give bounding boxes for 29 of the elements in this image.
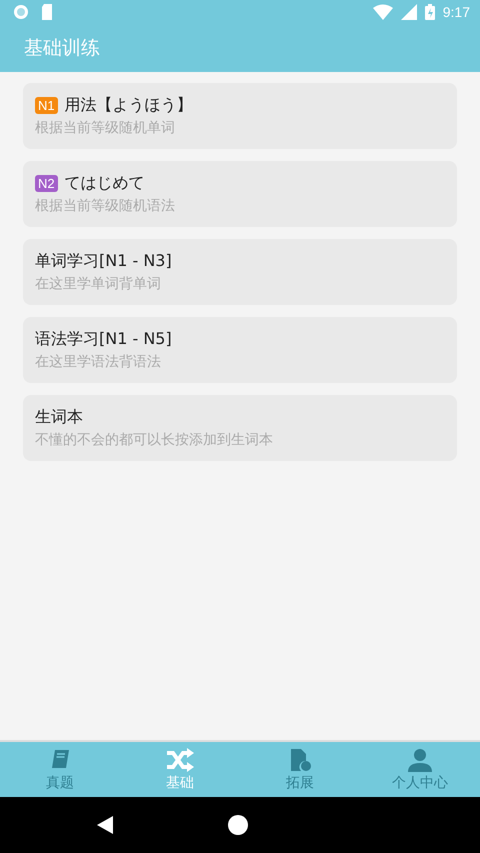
menu-card[interactable]: 单词学习[N1 - N3] 在这里学单词背单词	[23, 239, 457, 305]
status-time: 9:17	[442, 4, 470, 20]
card-title: 单词学习[N1 - N3]	[35, 250, 172, 272]
card-subtitle: 根据当前等级随机单词	[35, 118, 176, 136]
document-clock-icon	[288, 748, 312, 772]
menu-card[interactable]: 生词本 不懂的不会的都可以长按添加到生词本	[23, 395, 457, 461]
sd-card-icon	[41, 4, 53, 20]
wifi-icon	[372, 4, 393, 20]
card-title: 语法学习[N1 - N5]	[35, 328, 172, 350]
menu-card[interactable]: N1 用法【ようほう】 根据当前等级随机单词	[23, 83, 457, 149]
menu-card[interactable]: 语法学习[N1 - N5] 在这里学语法背语法	[23, 317, 457, 383]
level-badge: N1	[35, 96, 58, 114]
card-subtitle: 根据当前等级随机语法	[35, 196, 176, 214]
signal-icon	[400, 4, 417, 20]
card-title: てはじめて	[64, 172, 145, 194]
card-subtitle: 在这里学语法背语法	[35, 352, 162, 370]
level-badge: N2	[35, 174, 58, 192]
record-icon	[13, 4, 29, 20]
card-subtitle: 不懂的不会的都可以长按添加到生词本	[35, 430, 274, 448]
card-title: 用法【ようほう】	[64, 94, 193, 116]
app-title: 基础训练	[24, 36, 100, 61]
battery-icon	[424, 4, 435, 20]
card-title: 生词本	[35, 406, 83, 428]
menu-card[interactable]: N2 てはじめて 根据当前等级随机语法	[23, 161, 457, 227]
person-icon	[408, 748, 432, 772]
back-icon[interactable]	[97, 816, 114, 834]
card-subtitle: 在这里学单词背单词	[35, 274, 162, 292]
shuffle-icon	[165, 748, 195, 772]
home-icon[interactable]	[228, 815, 248, 835]
